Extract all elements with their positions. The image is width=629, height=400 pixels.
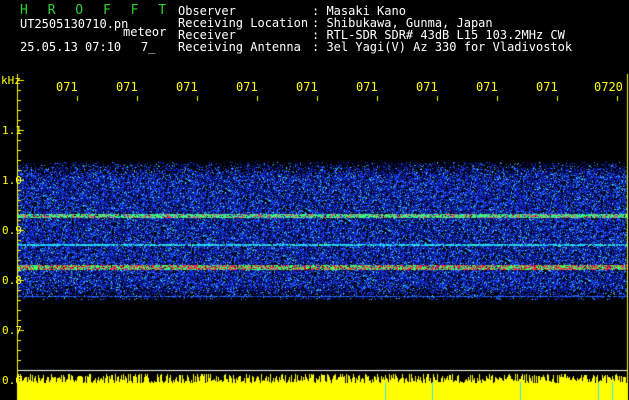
y-tick-label: 0.8 xyxy=(2,274,22,287)
time-tick-label: 071 xyxy=(176,80,198,94)
y-tick-label: 0.7 xyxy=(2,324,22,337)
spectrogram-canvas xyxy=(0,0,629,400)
y-tick-label: 0.9 xyxy=(2,224,22,237)
time-tick-label: 071 xyxy=(536,80,558,94)
field-value-antenna: : 3el Yagi(V) Az 330 for Vladivostok xyxy=(312,40,573,54)
y-tick-label: 0.6 xyxy=(2,374,22,387)
time-tick-label: 071 xyxy=(116,80,138,94)
y-axis-unit: kHz xyxy=(1,74,21,87)
time-tick-label: 0720 xyxy=(594,80,623,94)
time-tick-label: 071 xyxy=(56,80,78,94)
datetime-label: 25.05.13 07:10 xyxy=(20,40,122,54)
field-label-antenna: Receiving Antenna xyxy=(178,40,301,54)
count-label: 7_ xyxy=(141,40,156,54)
filename-suffix-label: meteor xyxy=(123,25,167,39)
filename-label: UT2505130710.pn xyxy=(20,17,129,31)
program-title: H R O F F T xyxy=(20,3,173,18)
time-tick-label: 071 xyxy=(416,80,438,94)
time-tick-label: 071 xyxy=(296,80,318,94)
y-tick-label: 1.1 xyxy=(2,124,22,137)
time-tick-label: 071 xyxy=(356,80,378,94)
time-tick-label: 071 xyxy=(476,80,498,94)
y-tick-label: 1.0 xyxy=(2,174,22,187)
time-tick-label: 071 xyxy=(236,80,258,94)
